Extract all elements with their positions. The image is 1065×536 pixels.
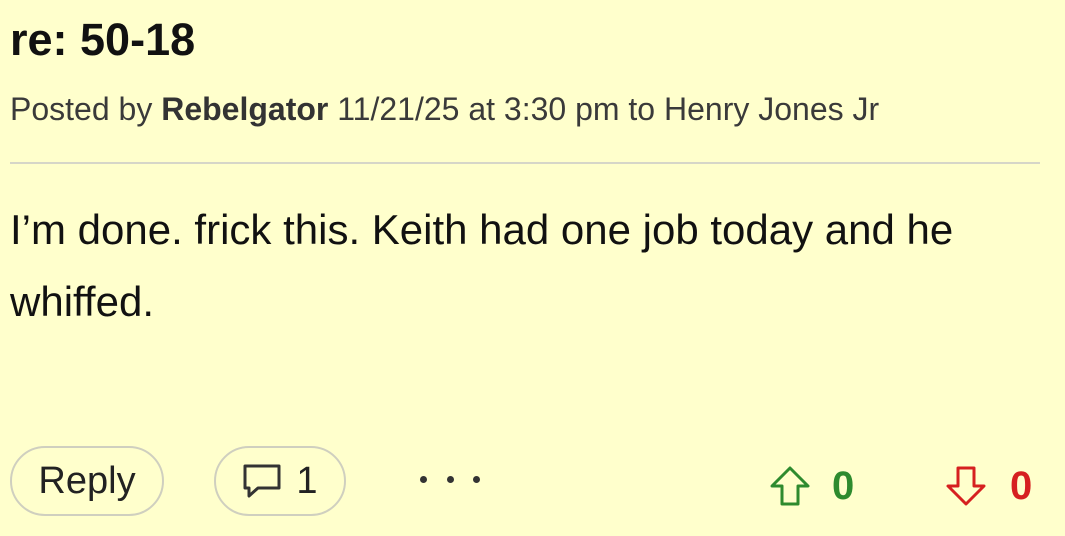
downvote-button[interactable]: 0 xyxy=(944,458,1032,514)
speech-bubble-icon xyxy=(242,463,282,499)
downvote-count: 0 xyxy=(1010,463,1033,508)
reply-button-label: Reply xyxy=(38,459,136,502)
comments-button[interactable]: 1 xyxy=(214,446,346,516)
meta-prefix: Posted by xyxy=(10,91,153,127)
author-link[interactable]: Rebelgator xyxy=(161,91,328,127)
more-dots-icon xyxy=(473,475,480,483)
more-options-button[interactable] xyxy=(420,464,480,494)
upvote-button[interactable]: 0 xyxy=(768,458,854,514)
reply-button[interactable]: Reply xyxy=(10,446,164,516)
post-body: I’m done. frick this. Keith had one job … xyxy=(10,206,954,325)
comment-count: 1 xyxy=(296,459,318,502)
reply-to-prefix: to xyxy=(628,91,656,127)
up-arrow-icon xyxy=(768,464,812,508)
more-dots-icon xyxy=(420,475,427,483)
forum-post: re: 50-18 Posted by Rebelgator 11/21/25 … xyxy=(0,0,1065,536)
reply-to-user[interactable]: Henry Jones Jr xyxy=(664,91,879,127)
divider xyxy=(10,162,1040,164)
more-dots-icon xyxy=(446,475,454,483)
post-meta: Posted by Rebelgator 11/21/25 at 3:30 pm… xyxy=(10,88,879,130)
upvote-count: 0 xyxy=(832,463,855,508)
post-timestamp: 11/21/25 at 3:30 pm xyxy=(337,91,620,127)
down-arrow-icon xyxy=(944,464,988,508)
post-title: re: 50-18 xyxy=(10,14,196,65)
